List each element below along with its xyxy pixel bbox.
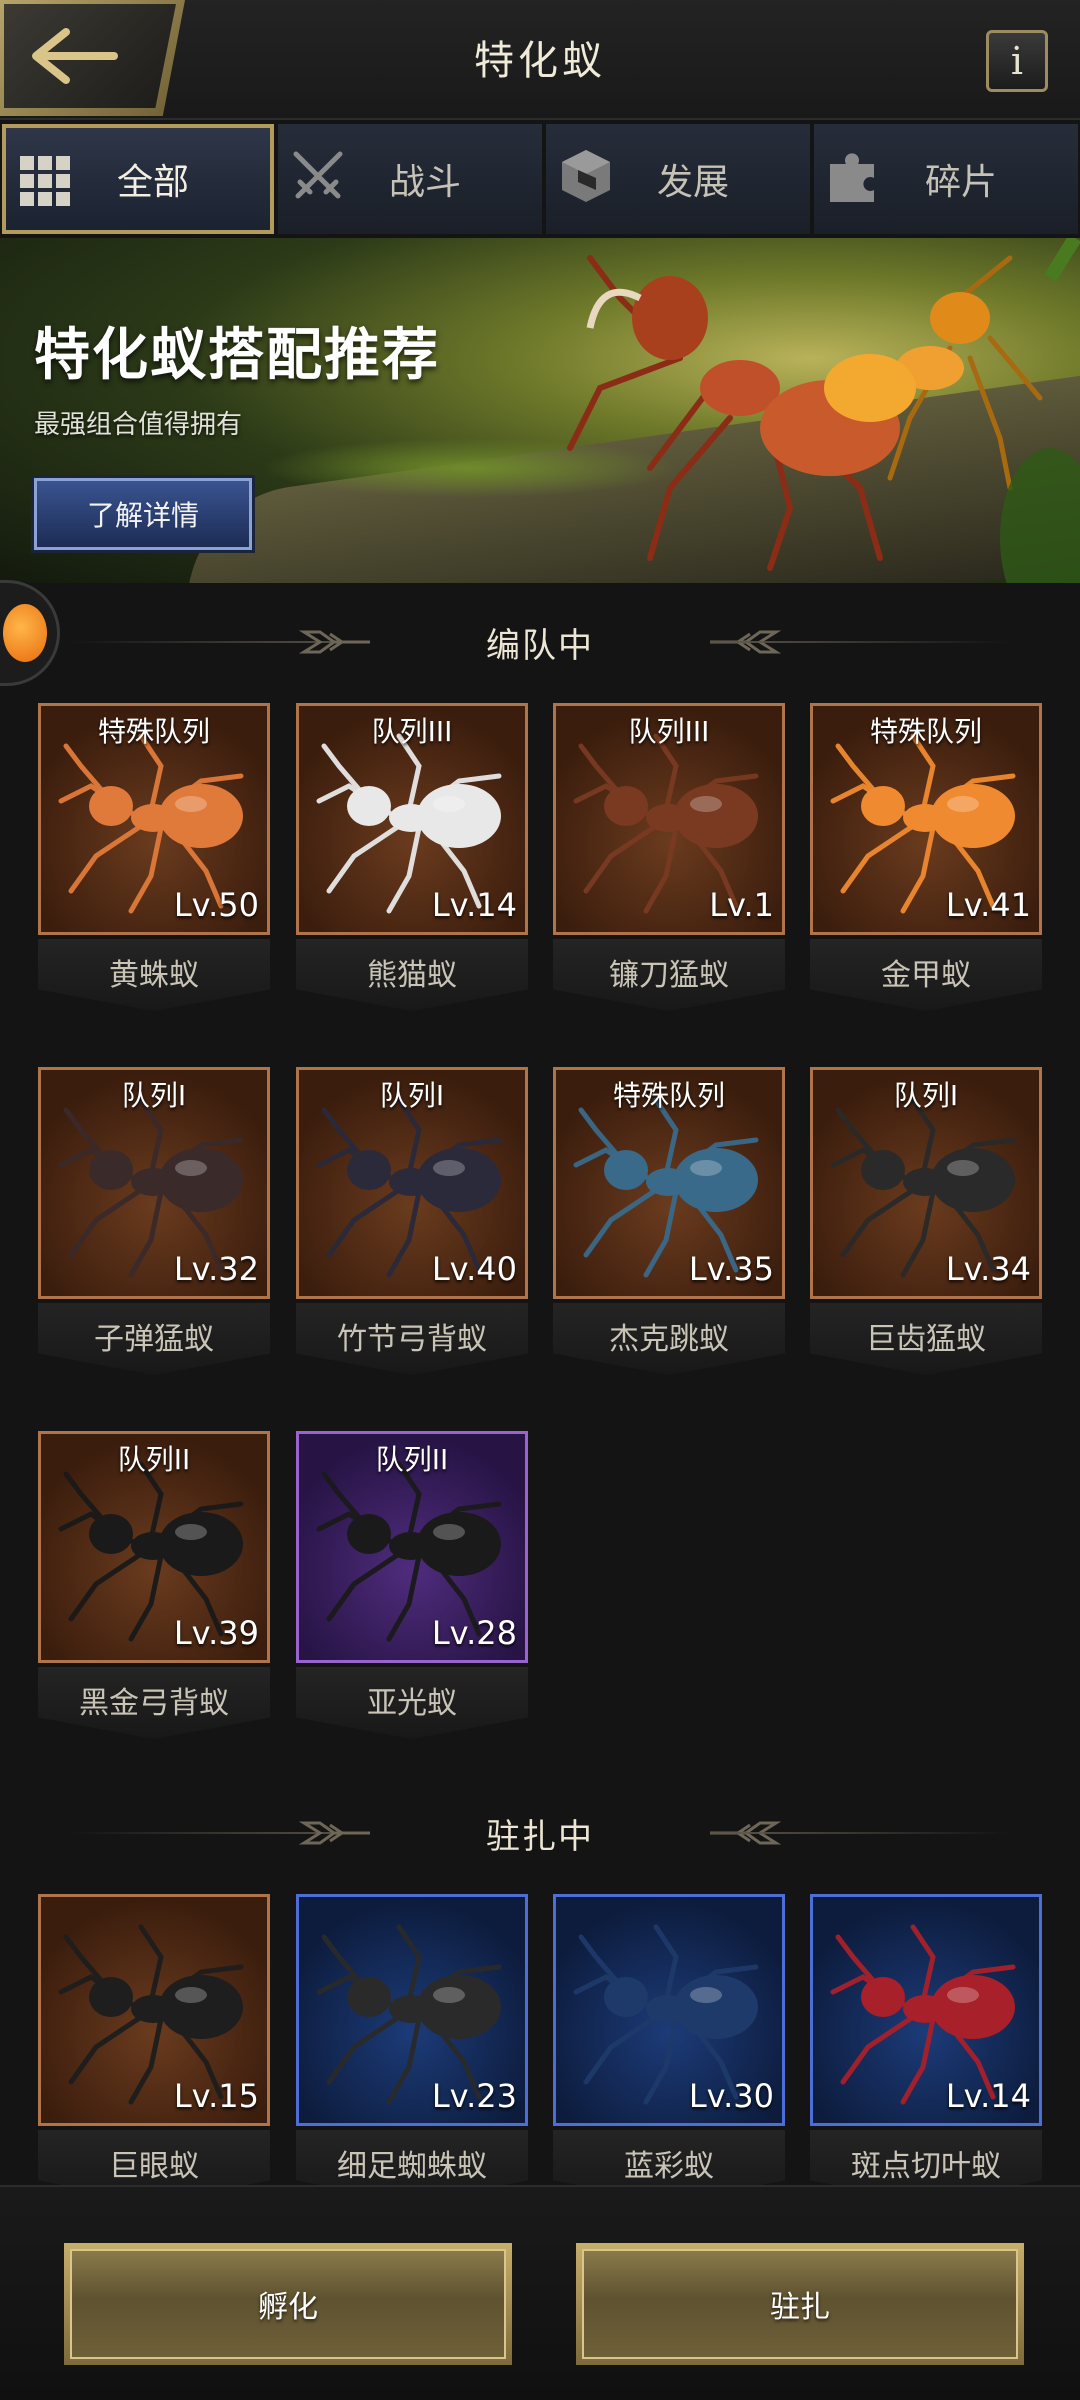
ant-portrait[interactable]: 队列II Lv.28 [296, 1431, 528, 1663]
level-label: Lv.1 [709, 886, 774, 924]
level-label: Lv.41 [945, 886, 1031, 924]
ant-card[interactable]: Lv.23 细足蜘蛛蚁 [296, 1894, 528, 2185]
squad-tag: 队列III [371, 715, 453, 748]
ant-portrait[interactable]: 特殊队列 Lv.41 [810, 703, 1042, 935]
ant-portrait[interactable]: 特殊队列 Lv.50 [38, 703, 270, 935]
name-plate: 蓝彩蚁 [553, 2130, 785, 2185]
bottom-action-bar: 孵化 驻扎 [0, 2185, 1080, 2400]
ant-name: 斑点切叶蚁 [851, 2149, 1001, 2184]
level-label: Lv.35 [688, 1250, 774, 1288]
ant-portrait[interactable]: 队列I Lv.32 [38, 1067, 270, 1299]
name-plate: 巨眼蚁 [38, 2130, 270, 2185]
ant-portrait[interactable]: Lv.30 [553, 1894, 785, 2126]
squad-tag: 队列II [375, 1443, 449, 1476]
level-label: Lv.14 [431, 886, 517, 924]
level-label: Lv.30 [688, 2077, 774, 2115]
squad-tag: 队列I [121, 1079, 187, 1112]
station-button[interactable]: 驻扎 [576, 2243, 1024, 2365]
ant-portrait[interactable]: Lv.15 [38, 1894, 270, 2126]
level-label: Lv.15 [173, 2077, 259, 2115]
hatch-button[interactable]: 孵化 [64, 2243, 512, 2365]
ant-card[interactable]: Lv.15 巨眼蚁 [38, 1894, 270, 2185]
ant-portrait[interactable]: 特殊队列 Lv.35 [553, 1067, 785, 1299]
squad-tag: 特殊队列 [612, 1079, 725, 1112]
squad-tag: 队列I [379, 1079, 445, 1112]
squad-tag: 特殊队列 [869, 715, 982, 748]
ant-portrait[interactable]: 队列III Lv.1 [553, 703, 785, 935]
level-label: Lv.32 [173, 1250, 259, 1288]
ant-portrait[interactable]: Lv.23 [296, 1894, 528, 2126]
squad-tag: 队列II [117, 1443, 191, 1476]
ant-portrait[interactable]: 队列I Lv.40 [296, 1067, 528, 1299]
squad-tag: 特殊队列 [97, 715, 210, 748]
name-plate: 斑点切叶蚁 [810, 2130, 1042, 2185]
ant-name: 细足蜘蛛蚁 [337, 2149, 487, 2184]
hatch-button-label: 孵化 [70, 2249, 506, 2359]
ant-portrait[interactable]: Lv.14 [810, 1894, 1042, 2126]
ant-card[interactable]: Lv.30 蓝彩蚁 [553, 1894, 785, 2185]
level-label: Lv.34 [945, 1250, 1031, 1288]
level-label: Lv.50 [173, 886, 259, 924]
squad-tag: 队列I [893, 1079, 959, 1112]
level-label: Lv.14 [945, 2077, 1031, 2115]
ant-card[interactable]: Lv.14 斑点切叶蚁 [810, 1894, 1042, 2185]
station-button-label: 驻扎 [582, 2249, 1018, 2359]
ant-portrait[interactable]: 队列III Lv.14 [296, 703, 528, 935]
level-label: Lv.39 [173, 1614, 259, 1652]
level-label: Lv.23 [431, 2077, 517, 2115]
ant-name: 蓝彩蚁 [624, 2149, 714, 2184]
squad-tag: 队列III [628, 715, 710, 748]
level-label: Lv.40 [431, 1250, 517, 1288]
name-plate: 细足蜘蛛蚁 [296, 2130, 528, 2185]
level-label: Lv.28 [431, 1614, 517, 1652]
ant-portrait[interactable]: 队列I Lv.34 [810, 1067, 1042, 1299]
ant-portrait[interactable]: 队列II Lv.39 [38, 1431, 270, 1663]
ant-name: 巨眼蚁 [109, 2149, 199, 2184]
